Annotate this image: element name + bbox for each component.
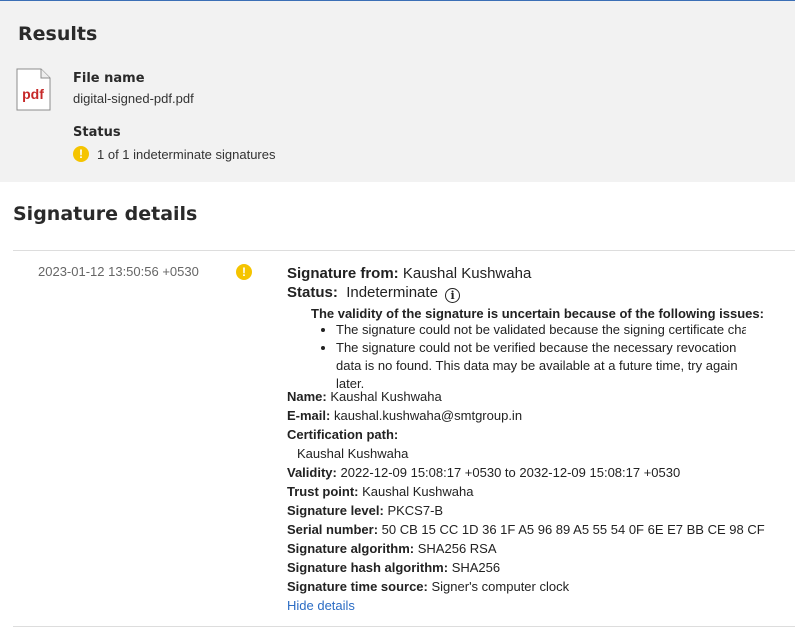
time-source-label: Signature time source: xyxy=(287,579,428,594)
issues-title: The validity of the signature is uncerta… xyxy=(311,306,764,321)
trust-point-label: Trust point: xyxy=(287,484,359,499)
hide-details-row: Hide details xyxy=(287,596,765,615)
signature-date: 2023-01-12 13:50:56 +0530 xyxy=(38,264,199,279)
signature-summary: Signature from: Kaushal Kushwaha Status:… xyxy=(287,264,795,393)
cert-path-row: Certification path: xyxy=(287,425,765,444)
signature-algorithm-label: Signature algorithm: xyxy=(287,541,415,556)
validity-row: Validity: 2022-12-09 15:08:17 +0530 to 2… xyxy=(287,463,765,482)
signature-status-value: Indeterminate xyxy=(346,284,438,301)
pdf-icon-label: pdf xyxy=(22,86,44,102)
signature-details-title: Signature details xyxy=(13,203,198,225)
warning-icon: ! xyxy=(73,146,89,162)
signature-from-row: Signature from: Kaushal Kushwaha xyxy=(287,264,795,283)
hash-algorithm-value: SHA256 xyxy=(451,560,501,575)
validity-label: Validity: xyxy=(287,465,337,480)
email-label: E-mail: xyxy=(287,408,331,423)
cert-path-label: Certification path: xyxy=(287,427,399,442)
results-title: Results xyxy=(18,23,98,45)
validity-value: 2022-12-09 15:08:17 +0530 to 2032-12-09 … xyxy=(340,465,681,480)
file-name-label: File name xyxy=(73,71,145,86)
issue-item: The signature could not be validated bec… xyxy=(336,321,746,339)
name-label: Name: xyxy=(287,389,327,404)
signature-status-row: Status: Indeterminate i xyxy=(287,283,795,303)
divider-top xyxy=(13,250,795,251)
signature-status-label: Status: xyxy=(287,284,338,301)
name-value: Kaushal Kushwaha xyxy=(330,389,442,404)
trust-point-row: Trust point: Kaushal Kushwaha xyxy=(287,482,765,501)
signature-from-value: Kaushal Kushwaha xyxy=(402,265,532,282)
time-source-value: Signer's computer clock xyxy=(431,579,570,594)
signature-from-label: Signature from: xyxy=(287,265,399,282)
file-name-value: digital-signed-pdf.pdf xyxy=(73,91,194,106)
status-label: Status xyxy=(73,125,121,140)
signature-warning-icon: ! xyxy=(236,264,252,280)
cert-path-value: Kaushal Kushwaha xyxy=(297,446,409,461)
email-value: kaushal.kushwaha@smtgroup.in xyxy=(333,408,523,423)
hash-algorithm-row: Signature hash algorithm: SHA256 xyxy=(287,558,765,577)
divider-bottom xyxy=(13,626,795,627)
issues-list: The signature could not be validated bec… xyxy=(287,321,746,393)
info-icon[interactable]: i xyxy=(445,288,461,303)
issue-item: The signature could not be verified beca… xyxy=(336,339,746,393)
status-summary-text: 1 of 1 indeterminate signatures xyxy=(97,146,276,162)
status-summary: ! 1 of 1 indeterminate signatures xyxy=(73,146,276,162)
hide-details-link[interactable]: Hide details xyxy=(287,598,355,613)
serial-number-label: Serial number: xyxy=(287,522,379,537)
trust-point-value: Kaushal Kushwaha xyxy=(362,484,474,499)
signature-properties: Name: Kaushal Kushwaha E-mail: kaushal.k… xyxy=(287,387,765,615)
name-row: Name: Kaushal Kushwaha xyxy=(287,387,765,406)
issues-container: The signature could not be validated bec… xyxy=(287,321,746,393)
time-source-row: Signature time source: Signer's computer… xyxy=(287,577,765,596)
signature-algorithm-value: SHA256 RSA xyxy=(417,541,497,556)
results-panel: Results pdf File name digital-signed-pdf… xyxy=(0,1,795,182)
signature-level-label: Signature level: xyxy=(287,503,384,518)
serial-number-value: 50 CB 15 CC 1D 36 1F A5 96 89 A5 55 54 0… xyxy=(381,522,765,537)
email-row: E-mail: kaushal.kushwaha@smtgroup.in xyxy=(287,406,765,425)
hash-algorithm-label: Signature hash algorithm: xyxy=(287,560,449,575)
signature-algorithm-row: Signature algorithm: SHA256 RSA xyxy=(287,539,765,558)
signature-level-value: PKCS7-B xyxy=(387,503,444,518)
pdf-file-icon: pdf xyxy=(16,68,51,111)
signature-level-row: Signature level: PKCS7-B xyxy=(287,501,765,520)
serial-number-row: Serial number: 50 CB 15 CC 1D 36 1F A5 9… xyxy=(287,520,765,539)
